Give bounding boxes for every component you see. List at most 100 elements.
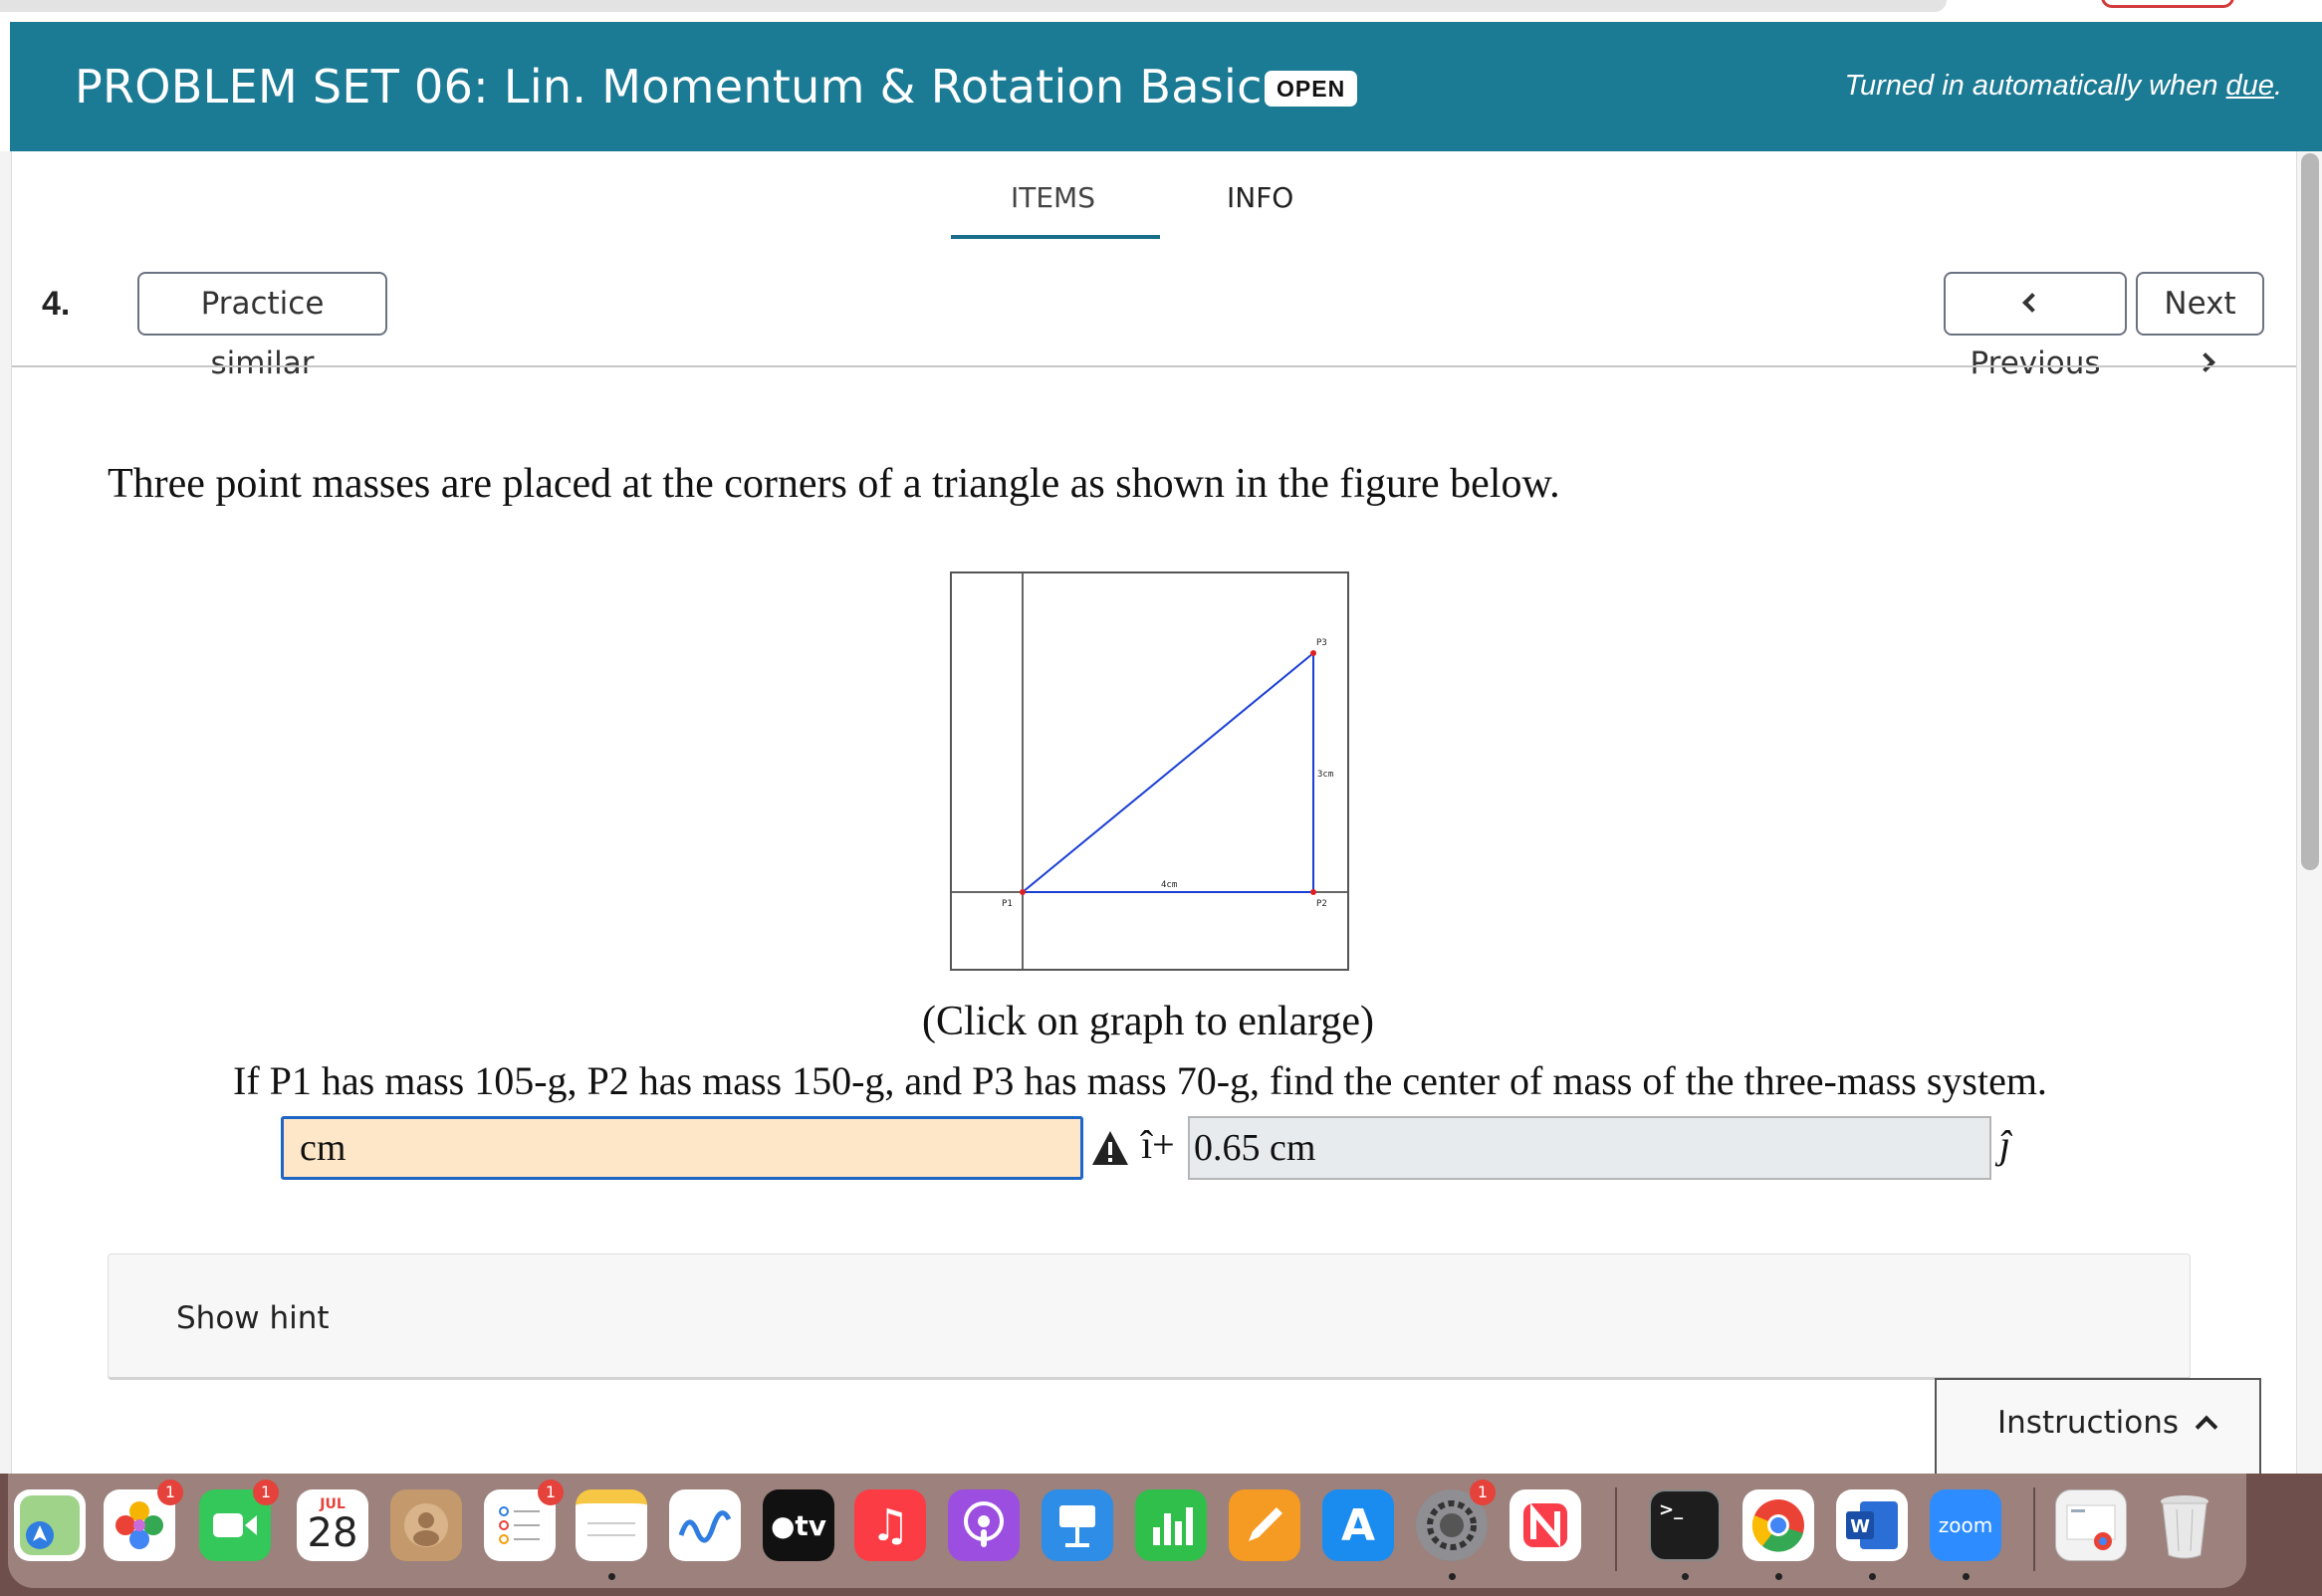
dock-separator	[1615, 1487, 1617, 1571]
maps-app-icon[interactable]	[14, 1489, 86, 1561]
contacts-app-icon[interactable]	[390, 1489, 462, 1561]
notes-app-icon[interactable]	[576, 1489, 647, 1561]
freeform-icon	[678, 1510, 732, 1543]
facetime-badge: 1	[253, 1480, 279, 1505]
point-p1	[1020, 889, 1026, 895]
dock-separator-2	[2033, 1487, 2035, 1571]
turned-in-text: Turned in automatically when	[1844, 70, 2226, 102]
practice-similar-button[interactable]: Practice similar	[137, 272, 387, 381]
x-answer-input[interactable]: cm	[281, 1116, 1083, 1180]
y-answer-input[interactable]: 0.65 cm	[1188, 1116, 1991, 1180]
reminders-app-icon[interactable]: 1	[484, 1480, 564, 1561]
hint-box[interactable]: Show hint	[108, 1254, 2191, 1380]
bar-chart-icon	[1153, 1507, 1193, 1545]
word-letter: W	[1850, 1516, 1870, 1537]
question-number: 4.	[42, 285, 71, 323]
contacts-icon	[404, 1503, 448, 1547]
running-indicator-notes	[608, 1573, 615, 1580]
chrome-icon	[1751, 1499, 1804, 1552]
due-link[interactable]: due	[2226, 70, 2274, 102]
photos-badge: 1	[157, 1480, 183, 1505]
podcasts-app-icon[interactable]	[948, 1489, 1020, 1561]
tab-items[interactable]: ITEMS	[1011, 181, 1095, 214]
trash-app-icon[interactable]	[2149, 1489, 2220, 1561]
freeform-app-icon[interactable]	[669, 1489, 741, 1561]
label-p1: P1	[1002, 899, 1013, 909]
point-p3	[1310, 650, 1316, 656]
chevron-left-icon	[2022, 292, 2042, 313]
terminal-prompt-icon: >_	[1659, 1499, 1684, 1520]
apple-tv-app-icon[interactable]: ● tv	[763, 1489, 834, 1561]
tab-strip	[0, 0, 1947, 12]
divider	[12, 365, 2302, 367]
numbers-app-icon[interactable]	[1135, 1489, 1207, 1561]
running-indicator-word	[1869, 1573, 1876, 1580]
system-settings-app-icon[interactable]: 1	[1416, 1480, 1496, 1561]
warning-icon	[1092, 1131, 1128, 1165]
instructions-label: Instructions	[1997, 1405, 2180, 1441]
status-badge: OPEN	[1265, 71, 1358, 107]
left-edge	[0, 151, 12, 1474]
pencil-icon	[1249, 1507, 1282, 1541]
previous-button[interactable]: Previous	[1944, 272, 2127, 381]
next-label: Next	[2164, 286, 2236, 322]
browser-window: PROBLEM SET 06: Lin. Momentum & Rotation…	[0, 0, 2322, 1474]
downloads-stack-icon[interactable]	[2055, 1489, 2127, 1561]
maps-icon	[20, 1495, 80, 1555]
keynote-app-icon[interactable]	[1042, 1489, 1113, 1561]
app-store-icon[interactable]: A	[1322, 1489, 1394, 1561]
running-indicator-settings	[1449, 1573, 1456, 1580]
apple-logo-icon: ●	[770, 1508, 796, 1542]
top-red-button[interactable]	[2101, 0, 2234, 8]
assignment-header: PROBLEM SET 06: Lin. Momentum & Rotation…	[10, 22, 2322, 151]
settings-badge: 1	[1470, 1480, 1496, 1505]
podcasts-icon	[964, 1501, 1004, 1547]
j-hat-symbol: ĵ	[1999, 1122, 2011, 1167]
pages-app-icon[interactable]	[1229, 1489, 1300, 1561]
label-p2: P2	[1316, 899, 1327, 909]
top-strip	[0, 0, 2322, 22]
reminders-badge: 1	[538, 1480, 564, 1505]
zoom-app-icon[interactable]: zoom	[1930, 1489, 2001, 1561]
next-button[interactable]: Next	[2136, 272, 2264, 372]
keynote-icon	[1059, 1505, 1095, 1547]
word-icon: W	[1846, 1501, 1898, 1549]
label-p3: P3	[1316, 638, 1327, 648]
gear-icon	[1427, 1500, 1477, 1550]
scrollbar[interactable]	[2296, 151, 2322, 1474]
facetime-app-icon[interactable]: 1	[199, 1480, 279, 1561]
news-app-icon[interactable]	[1509, 1489, 1581, 1561]
dock: 1 1 JUL 28 1 ● tv ♫ A 1 >_ W zoom	[0, 1474, 2322, 1596]
page-title: PROBLEM SET 06: Lin. Momentum & Rotation…	[75, 60, 1286, 114]
calendar-app-icon[interactable]: JUL 28	[297, 1489, 368, 1561]
word-app-icon[interactable]: W	[1836, 1489, 1908, 1561]
triangle-hypotenuse	[1022, 652, 1314, 893]
trash-icon	[2161, 1495, 2208, 1559]
turned-in-note: Turned in automatically when due.	[1844, 70, 2282, 103]
instructions-toggle[interactable]: Instructions	[1935, 1378, 2261, 1474]
show-hint-label[interactable]: Show hint	[176, 1300, 330, 1336]
scrollbar-thumb[interactable]	[2301, 153, 2319, 870]
music-app-icon[interactable]: ♫	[854, 1489, 926, 1561]
calendar-day: 28	[307, 1510, 358, 1556]
chevron-up-icon	[2195, 1415, 2218, 1439]
point-p2	[1310, 889, 1316, 895]
running-indicator-zoom	[1963, 1573, 1970, 1580]
terminal-app-icon[interactable]: >_	[1649, 1489, 1721, 1561]
photos-app-icon[interactable]: 1	[104, 1480, 183, 1561]
tab-info[interactable]: INFO	[1227, 181, 1293, 214]
tab-bar: ITEMS INFO	[951, 169, 1349, 239]
problem-question: If P1 has mass 105-g, P2 has mass 150-g,…	[233, 1058, 2047, 1103]
active-tab-indicator	[951, 235, 1160, 239]
photos-icon	[116, 1501, 163, 1549]
triangle-figure[interactable]: P1 P2 P3 4cm 3cm	[950, 571, 1349, 971]
chrome-app-icon[interactable]	[1742, 1489, 1814, 1561]
document-stack-icon	[2066, 1504, 2116, 1550]
i-hat-symbol: î+	[1141, 1122, 1175, 1167]
enlarge-note: (Click on graph to enlarge)	[921, 999, 1375, 1044]
app-store-glyph-icon: A	[1340, 1499, 1376, 1551]
chevron-right-icon	[2195, 351, 2215, 372]
running-indicator-chrome	[1775, 1573, 1782, 1580]
running-indicator-terminal	[1682, 1573, 1689, 1580]
triangle-graph: P1 P2 P3 4cm 3cm	[952, 573, 1347, 969]
